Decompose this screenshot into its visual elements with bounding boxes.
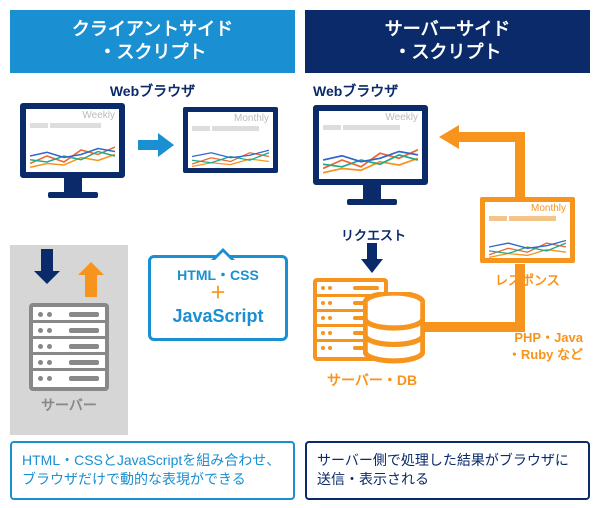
header-line2: ・スクリプト <box>10 41 295 64</box>
panel-server-side: サーバーサイド ・スクリプト Webブラウザ Weekly リクエスト <box>305 10 590 500</box>
bubble-line1: HTML・CSS <box>155 266 281 284</box>
screen-weekly: Weekly <box>20 103 125 178</box>
arrow-right-icon <box>138 133 174 160</box>
server-column: サーバー <box>10 245 128 435</box>
monitor-area-left: Weekly <box>10 103 295 228</box>
response-label: レスポンス <box>495 270 560 289</box>
monitor-foot-icon <box>347 199 397 205</box>
lang-line2: ・Ruby など <box>463 347 583 364</box>
header-line1: サーバーサイド <box>305 18 590 41</box>
header-line2: ・スクリプト <box>305 41 590 64</box>
chart-squiggle-icon <box>323 143 418 177</box>
arrow-left-response-icon <box>439 125 459 152</box>
lang-label: PHP・Java ・Ruby など <box>463 330 583 364</box>
upload-download-arrows <box>10 245 128 297</box>
screen-tag-weekly: Weekly <box>26 109 119 121</box>
panel-client-side: クライアントサイド ・スクリプト Webブラウザ Weekly <box>10 10 295 500</box>
monitor-stand-icon <box>363 185 381 199</box>
database-icon <box>363 292 425 364</box>
server-rack-icon <box>29 303 109 391</box>
browser-label-left: Webブラウザ <box>10 81 295 101</box>
flow-line-icon <box>457 132 525 142</box>
chart-squiggle-icon <box>489 234 566 260</box>
header-server-side: サーバーサイド ・スクリプト <box>305 10 590 73</box>
server-label: サーバー <box>10 395 128 415</box>
monitor-foot-icon <box>48 192 98 198</box>
screen-tag-monthly: Monthly <box>188 112 273 124</box>
monitor-weekly: Weekly <box>10 103 135 198</box>
screen-monthly: Monthly <box>183 107 278 173</box>
monitor-monthly: Monthly <box>178 107 283 173</box>
request-label: リクエスト <box>341 225 406 244</box>
monitor-monthly-response: Monthly <box>480 197 575 263</box>
header-client-side: クライアントサイド ・スクリプト <box>10 10 295 73</box>
server-db-label: サーバー・DB <box>327 370 417 390</box>
arrow-down-icon <box>34 249 60 297</box>
arrow-up-icon <box>78 249 104 297</box>
header-line1: クライアントサイド <box>10 18 295 41</box>
description-left: HTML・CSSとJavaScriptを組み合わせ、ブラウザだけで動的な表現がで… <box>10 441 295 500</box>
bubble-plus: ＋ <box>155 284 281 305</box>
tech-bubble: HTML・CSS ＋ JavaScript <box>148 255 288 341</box>
arrow-down-request-icon <box>361 243 383 276</box>
bubble-js: JavaScript <box>155 305 281 328</box>
screen-tag-weekly-r: Weekly <box>319 111 422 123</box>
description-right: サーバー側で処理した結果がブラウザに送信・表示される <box>305 441 590 500</box>
chart-squiggle-icon <box>30 141 115 171</box>
chart-squiggle-icon <box>192 144 269 169</box>
lang-line1: PHP・Java <box>463 330 583 347</box>
screen-tag-monthly-r: Monthly <box>485 202 570 214</box>
browser-label-right: Webブラウザ <box>313 81 590 101</box>
monitor-stand-icon <box>64 178 82 192</box>
screen-server-browser: Weekly <box>313 105 428 185</box>
monitor-server-browser: Weekly <box>305 105 440 205</box>
